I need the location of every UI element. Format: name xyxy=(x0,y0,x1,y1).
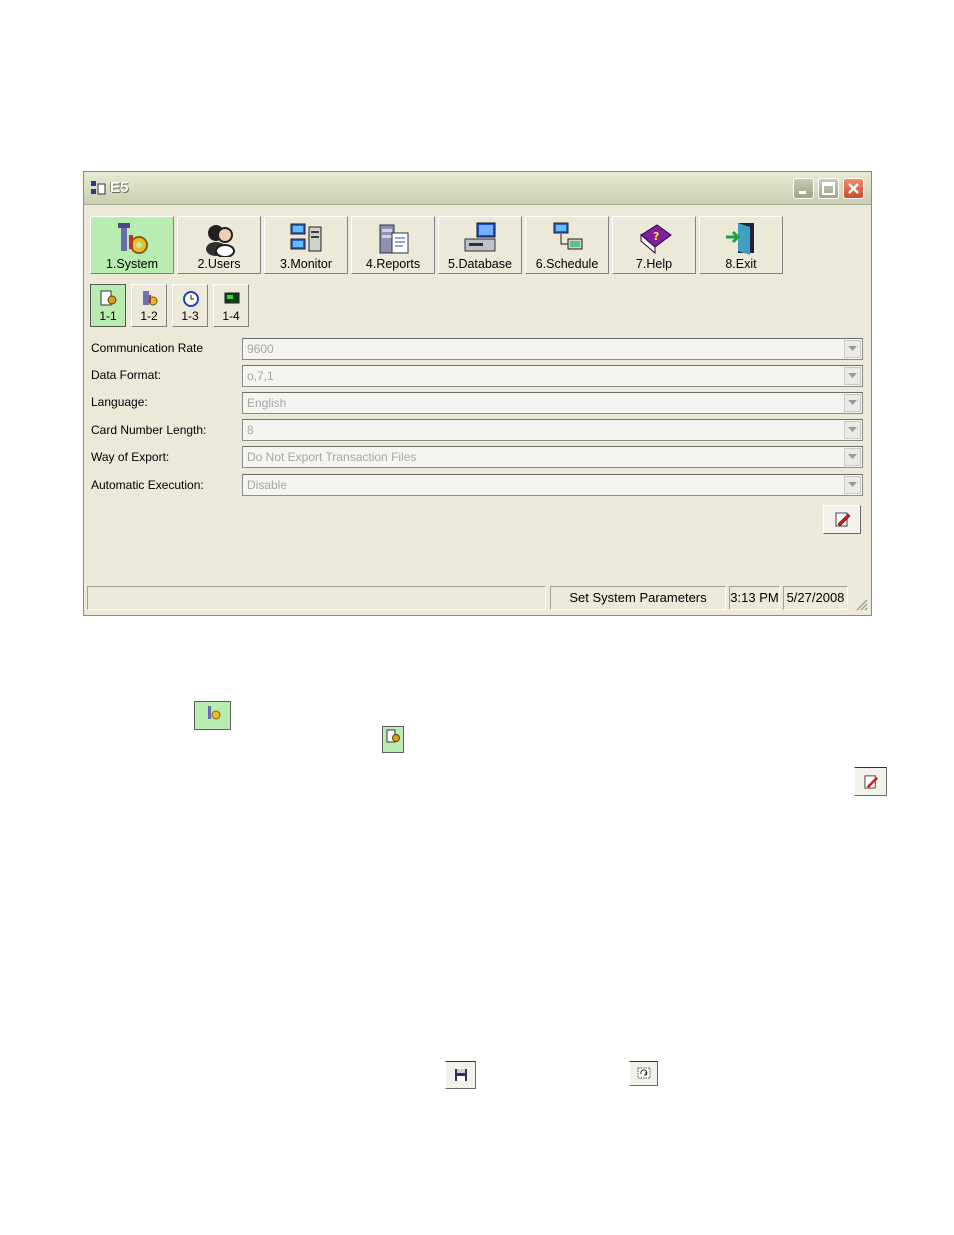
maximize-icon xyxy=(822,182,835,195)
status-date: 5/27/2008 xyxy=(783,586,848,610)
language-value: English xyxy=(247,396,287,410)
close-icon xyxy=(848,183,859,194)
communication-rate-label: Communication Rate xyxy=(91,341,204,355)
language-select[interactable]: English xyxy=(242,392,863,414)
monitor-icon xyxy=(290,223,322,252)
monitor-button[interactable]: 3.Monitor xyxy=(264,216,348,274)
help-button[interactable]: ? 7.Help xyxy=(612,216,696,274)
maximize-button[interactable] xyxy=(818,178,839,199)
dropdown-arrow-button[interactable] xyxy=(844,394,861,412)
resize-grip-icon[interactable] xyxy=(854,597,868,611)
exit-door-icon xyxy=(726,223,754,255)
reports-button-label: 4.Reports xyxy=(365,257,421,271)
data-format-label: Data Format: xyxy=(91,368,162,382)
way-of-export-value: Do Not Export Transaction Files xyxy=(247,450,417,464)
app-icon xyxy=(91,181,106,195)
title-bar[interactable]: E5 xyxy=(84,172,871,205)
chevron-down-icon xyxy=(848,346,857,351)
help-button-label: 7.Help xyxy=(635,257,673,271)
automatic-execution-value: Disable xyxy=(247,478,288,492)
status-time: 3:13 PM xyxy=(729,586,780,610)
data-format-value: o,7,1 xyxy=(247,369,274,383)
app-window: E5 1.System 2.Users 3.Monitor 4.Reports … xyxy=(83,171,872,616)
database-icon xyxy=(464,222,496,252)
clock-icon xyxy=(183,291,199,307)
subtab-1-4[interactable]: 1-4 xyxy=(213,284,249,327)
edit-note-icon xyxy=(835,512,851,527)
database-button-label: 5.Database xyxy=(448,257,512,271)
system-params-icon xyxy=(100,290,117,306)
schedule-button-label: 6.Schedule xyxy=(535,257,599,271)
schedule-button[interactable]: 6.Schedule xyxy=(525,216,609,274)
reports-button[interactable]: 4.Reports xyxy=(351,216,435,274)
subtab-1-1[interactable]: 1-1 xyxy=(90,284,126,327)
data-format-select[interactable]: o,7,1 xyxy=(242,365,863,387)
restore-icon xyxy=(629,1061,658,1086)
controller-icon xyxy=(143,291,158,306)
dropdown-arrow-button[interactable] xyxy=(844,421,861,439)
users-button-label: 2.Users xyxy=(197,257,241,271)
database-button[interactable]: 5.Database xyxy=(438,216,522,274)
system-small-icon xyxy=(194,701,231,730)
chevron-down-icon xyxy=(848,482,857,487)
subtab-1-2[interactable]: 1-2 xyxy=(131,284,167,327)
reports-icon xyxy=(379,224,409,254)
edit-button[interactable] xyxy=(823,505,861,534)
close-button[interactable] xyxy=(843,178,864,199)
display-icon xyxy=(224,292,240,304)
dropdown-arrow-button[interactable] xyxy=(844,476,861,494)
subtab-1-1-label: 1-1 xyxy=(99,309,117,323)
language-label: Language: xyxy=(91,395,148,409)
system-tools-icon xyxy=(118,223,148,254)
users-button[interactable]: 2.Users xyxy=(177,216,261,274)
status-bar: Set System Parameters 3:13 PM 5/27/2008 xyxy=(87,586,868,611)
svg-text:?: ? xyxy=(653,230,659,243)
dropdown-arrow-button[interactable] xyxy=(844,448,861,466)
minimize-icon xyxy=(799,191,806,194)
card-number-length-select[interactable]: 8 xyxy=(242,419,863,441)
system-button-label: 1.System xyxy=(105,257,159,271)
card-number-length-value: 8 xyxy=(247,423,254,437)
card-number-length-label: Card Number Length: xyxy=(91,423,207,437)
subtab-1-4-label: 1-4 xyxy=(222,309,240,323)
dropdown-arrow-button[interactable] xyxy=(844,367,861,385)
subtab-1-3[interactable]: 1-3 xyxy=(172,284,208,327)
exit-button[interactable]: 8.Exit xyxy=(699,216,783,274)
system-params-small-icon xyxy=(382,726,404,753)
subtab-1-3-label: 1-3 xyxy=(181,309,199,323)
system-button[interactable]: 1.System xyxy=(90,216,174,274)
monitor-button-label: 3.Monitor xyxy=(279,257,333,271)
chevron-down-icon xyxy=(848,400,857,405)
window-title: E5 xyxy=(110,179,129,196)
automatic-execution-label: Automatic Execution: xyxy=(91,478,204,492)
chevron-down-icon xyxy=(848,373,857,378)
dropdown-arrow-button[interactable] xyxy=(844,340,861,358)
users-icon xyxy=(206,225,235,257)
status-mode: Set System Parameters xyxy=(550,586,726,610)
communication-rate-select[interactable]: 9600 xyxy=(242,338,863,360)
help-book-icon: ? xyxy=(640,224,672,255)
status-message xyxy=(87,586,546,610)
edit-small-icon xyxy=(854,767,887,796)
exit-button-label: 8.Exit xyxy=(725,257,757,271)
way-of-export-select[interactable]: Do Not Export Transaction Files xyxy=(242,446,863,468)
automatic-execution-select[interactable]: Disable xyxy=(242,474,863,496)
chevron-down-icon xyxy=(848,454,857,459)
schedule-icon xyxy=(553,222,583,250)
way-of-export-label: Way of Export: xyxy=(91,450,170,464)
chevron-down-icon xyxy=(848,427,857,432)
minimize-button[interactable] xyxy=(793,178,814,199)
subtab-1-2-label: 1-2 xyxy=(140,309,158,323)
save-icon xyxy=(445,1061,476,1089)
communication-rate-value: 9600 xyxy=(247,342,274,356)
